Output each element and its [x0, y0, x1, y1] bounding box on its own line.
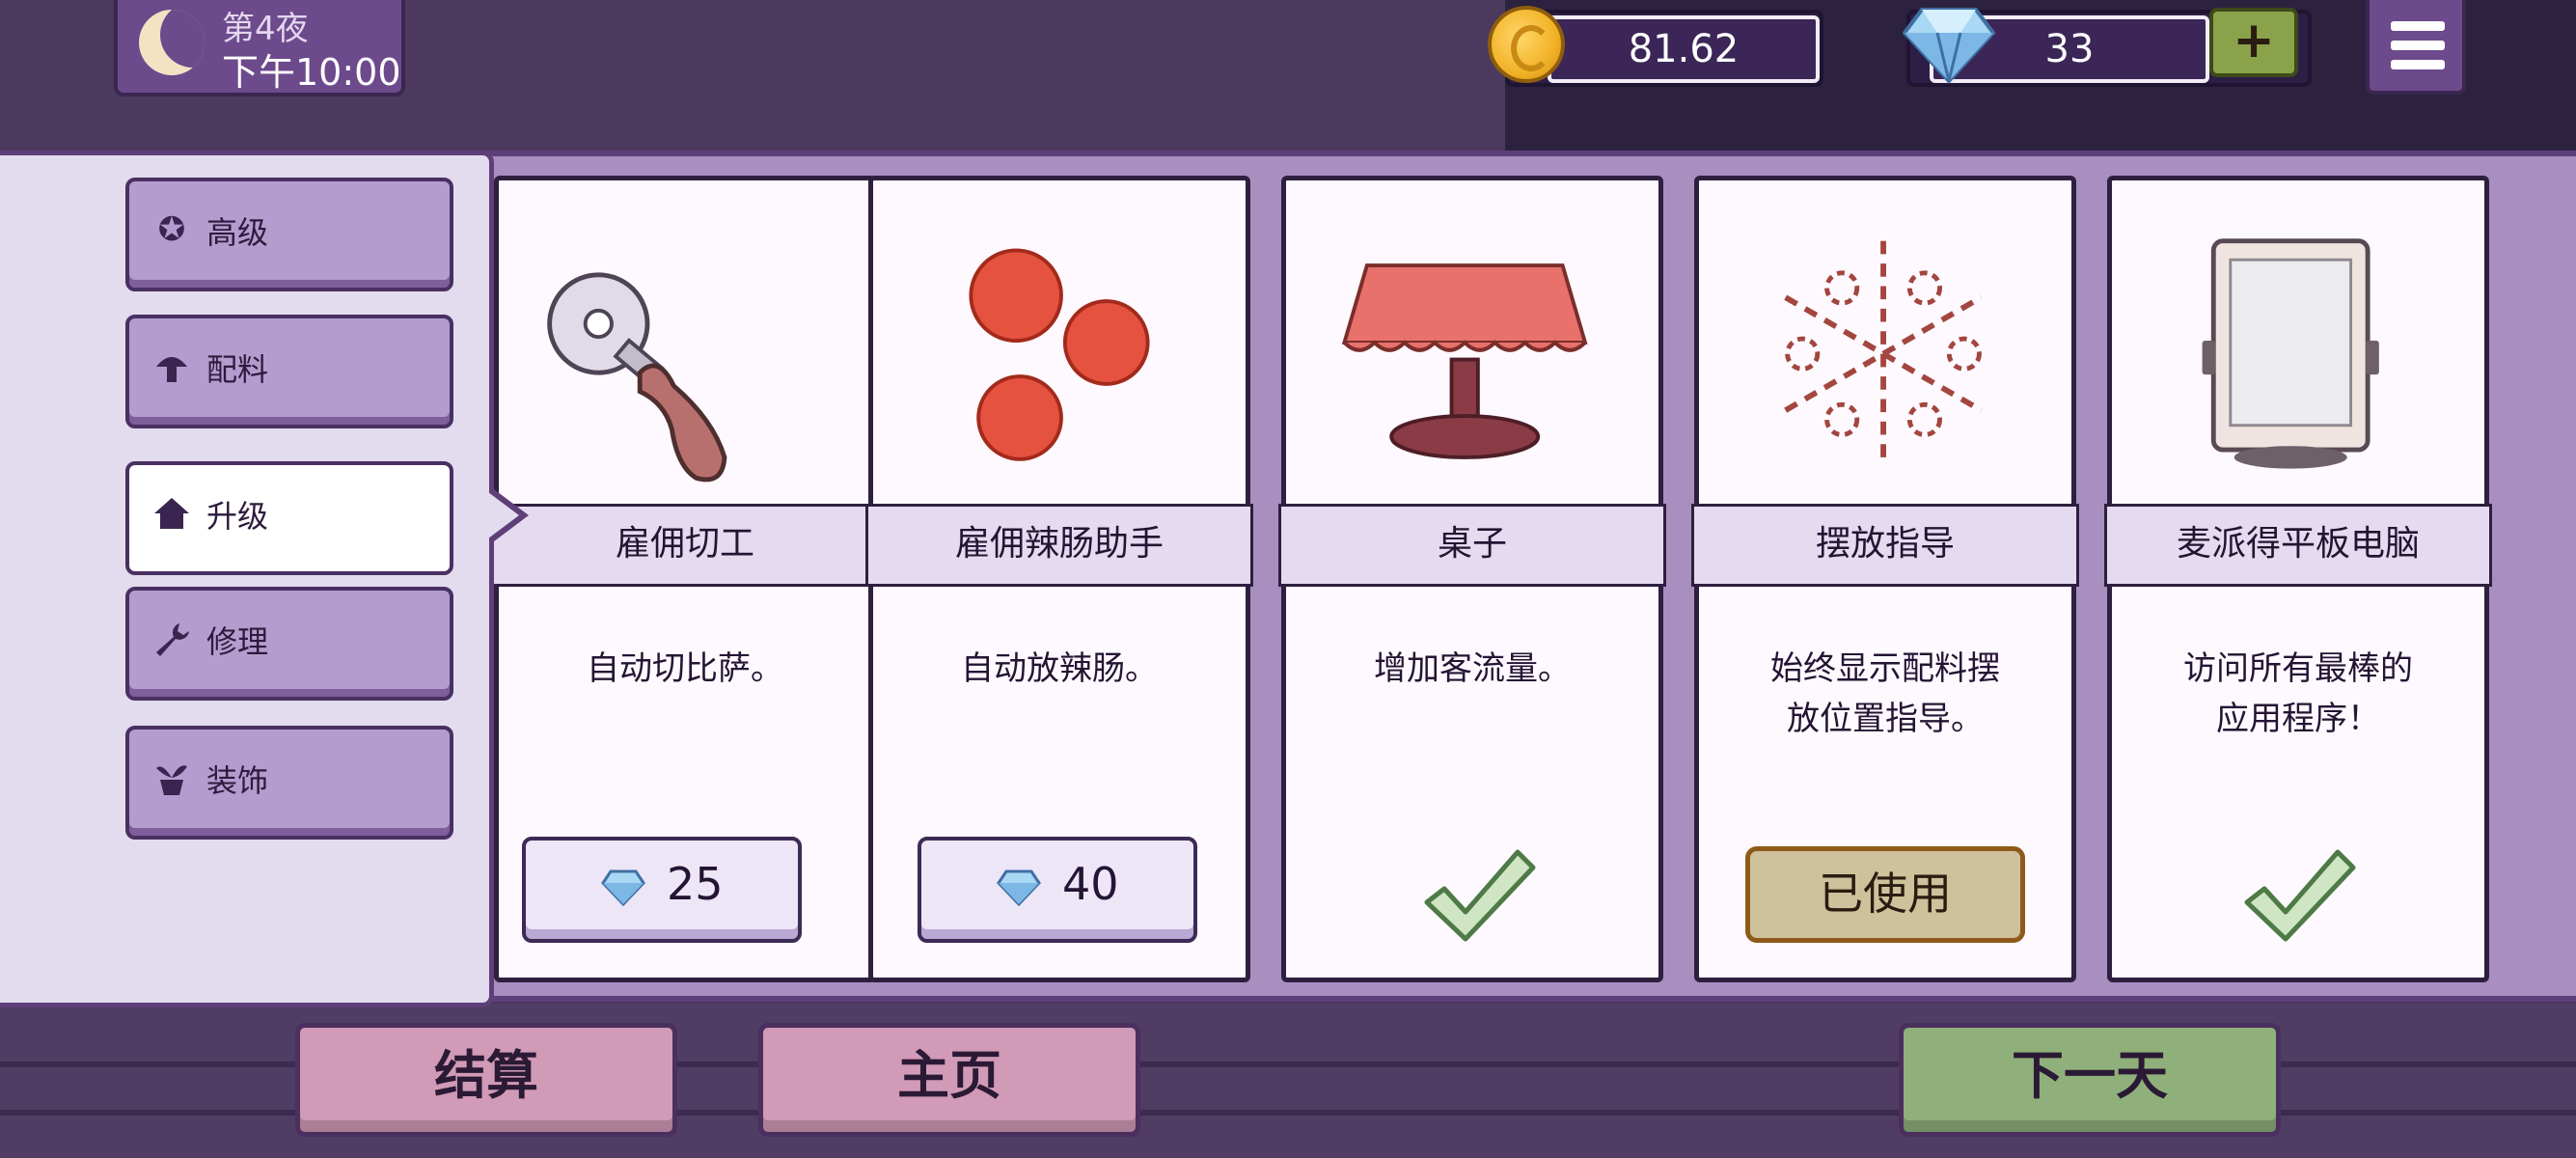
next-day-button[interactable]: 下一天 [1899, 1023, 2281, 1137]
tab-label: 配料 [206, 351, 269, 388]
card-description: 增加客流量。 [1374, 649, 1571, 688]
card-title: 雇佣切工 [491, 504, 879, 587]
in-use-button[interactable]: 已使用 [1745, 846, 2025, 943]
card-tablet: 麦派得平板电脑 访问所有最棒的 应用程序！ [2104, 176, 2492, 982]
menu-button[interactable] [2366, 0, 2466, 95]
card-description: 自动切比萨。 [587, 649, 783, 688]
wrench-icon [152, 620, 191, 658]
card-description-line: 始终显示配料摆 [1770, 649, 2000, 688]
buy-button[interactable]: 40 [918, 837, 1197, 943]
coin-value: 81.62 [1548, 15, 1820, 83]
tab-premium[interactable]: ✪ 高级 [125, 178, 453, 291]
active-tab-pointer-fill [488, 492, 519, 538]
tab-label: 修理 [206, 623, 269, 660]
night-info: 第4夜 下午10:00 [114, 0, 405, 96]
moon-icon [139, 10, 205, 75]
card-description-line: 应用程序！ [2216, 700, 2380, 738]
tablet-icon [2202, 238, 2379, 469]
owned-check-icon [2244, 849, 2356, 942]
buy-button[interactable]: 25 [522, 837, 802, 943]
tab-label: 升级 [206, 498, 269, 535]
settle-button[interactable]: 结算 [295, 1023, 677, 1137]
card-title: 麦派得平板电脑 [2104, 504, 2492, 587]
card-title: 雇佣辣肠助手 [865, 504, 1253, 587]
time-label: 下午10:00 [222, 51, 401, 94]
plant-pot-icon [152, 758, 191, 797]
card-description: 自动放辣肠。 [961, 649, 1158, 688]
price-label: 25 [667, 858, 724, 910]
table-icon [1341, 263, 1588, 459]
card-description: 始终显示配料摆 放位置指导。 [1718, 644, 2052, 769]
card-hire-pepperoni-helper: 雇佣辣肠助手 自动放辣肠。 40 [865, 176, 1253, 982]
card-description-line: 访问所有最棒的 [2183, 649, 2413, 688]
pizza-cutter-icon [547, 272, 727, 482]
add-gems-button[interactable]: + [2209, 8, 2298, 77]
house-icon [152, 494, 191, 533]
card-description-line: 放位置指导。 [1787, 700, 1984, 738]
tab-label: 装饰 [206, 762, 269, 799]
tab-decor[interactable]: 装饰 [125, 726, 453, 840]
tab-toppings[interactable]: 配料 [125, 315, 453, 428]
card-table: 桌子 增加客流量。 [1278, 176, 1666, 982]
pepperoni-icon [969, 248, 1150, 461]
tab-label: 高级 [206, 214, 269, 251]
card-title: 桌子 [1278, 504, 1666, 587]
tab-upgrades[interactable]: 升级 [125, 461, 453, 575]
placement-guide-icon [1784, 240, 1983, 467]
star-badge-icon: ✪ [157, 210, 186, 249]
diamond-icon [997, 869, 1041, 906]
hamburger-icon [2391, 21, 2445, 31]
diamond-icon [1903, 8, 1995, 84]
owned-check-icon [1424, 849, 1536, 942]
tab-repair[interactable]: 修理 [125, 587, 453, 701]
coin-icon [1488, 6, 1565, 83]
card-title: 摆放指导 [1691, 504, 2079, 587]
diamond-icon [601, 869, 645, 906]
home-button[interactable]: 主页 [758, 1023, 1140, 1137]
hamburger-icon [2391, 60, 2445, 69]
price-label: 40 [1062, 858, 1119, 910]
card-placement-guide: 摆放指导 始终显示配料摆 放位置指导。 已使用 [1691, 176, 2079, 982]
hamburger-icon [2391, 41, 2445, 50]
mushroom-icon [152, 347, 191, 386]
card-description: 访问所有最棒的 应用程序！ [2131, 644, 2465, 769]
card-hire-cutter: 雇佣切工 自动切比萨。 25 [491, 176, 879, 982]
